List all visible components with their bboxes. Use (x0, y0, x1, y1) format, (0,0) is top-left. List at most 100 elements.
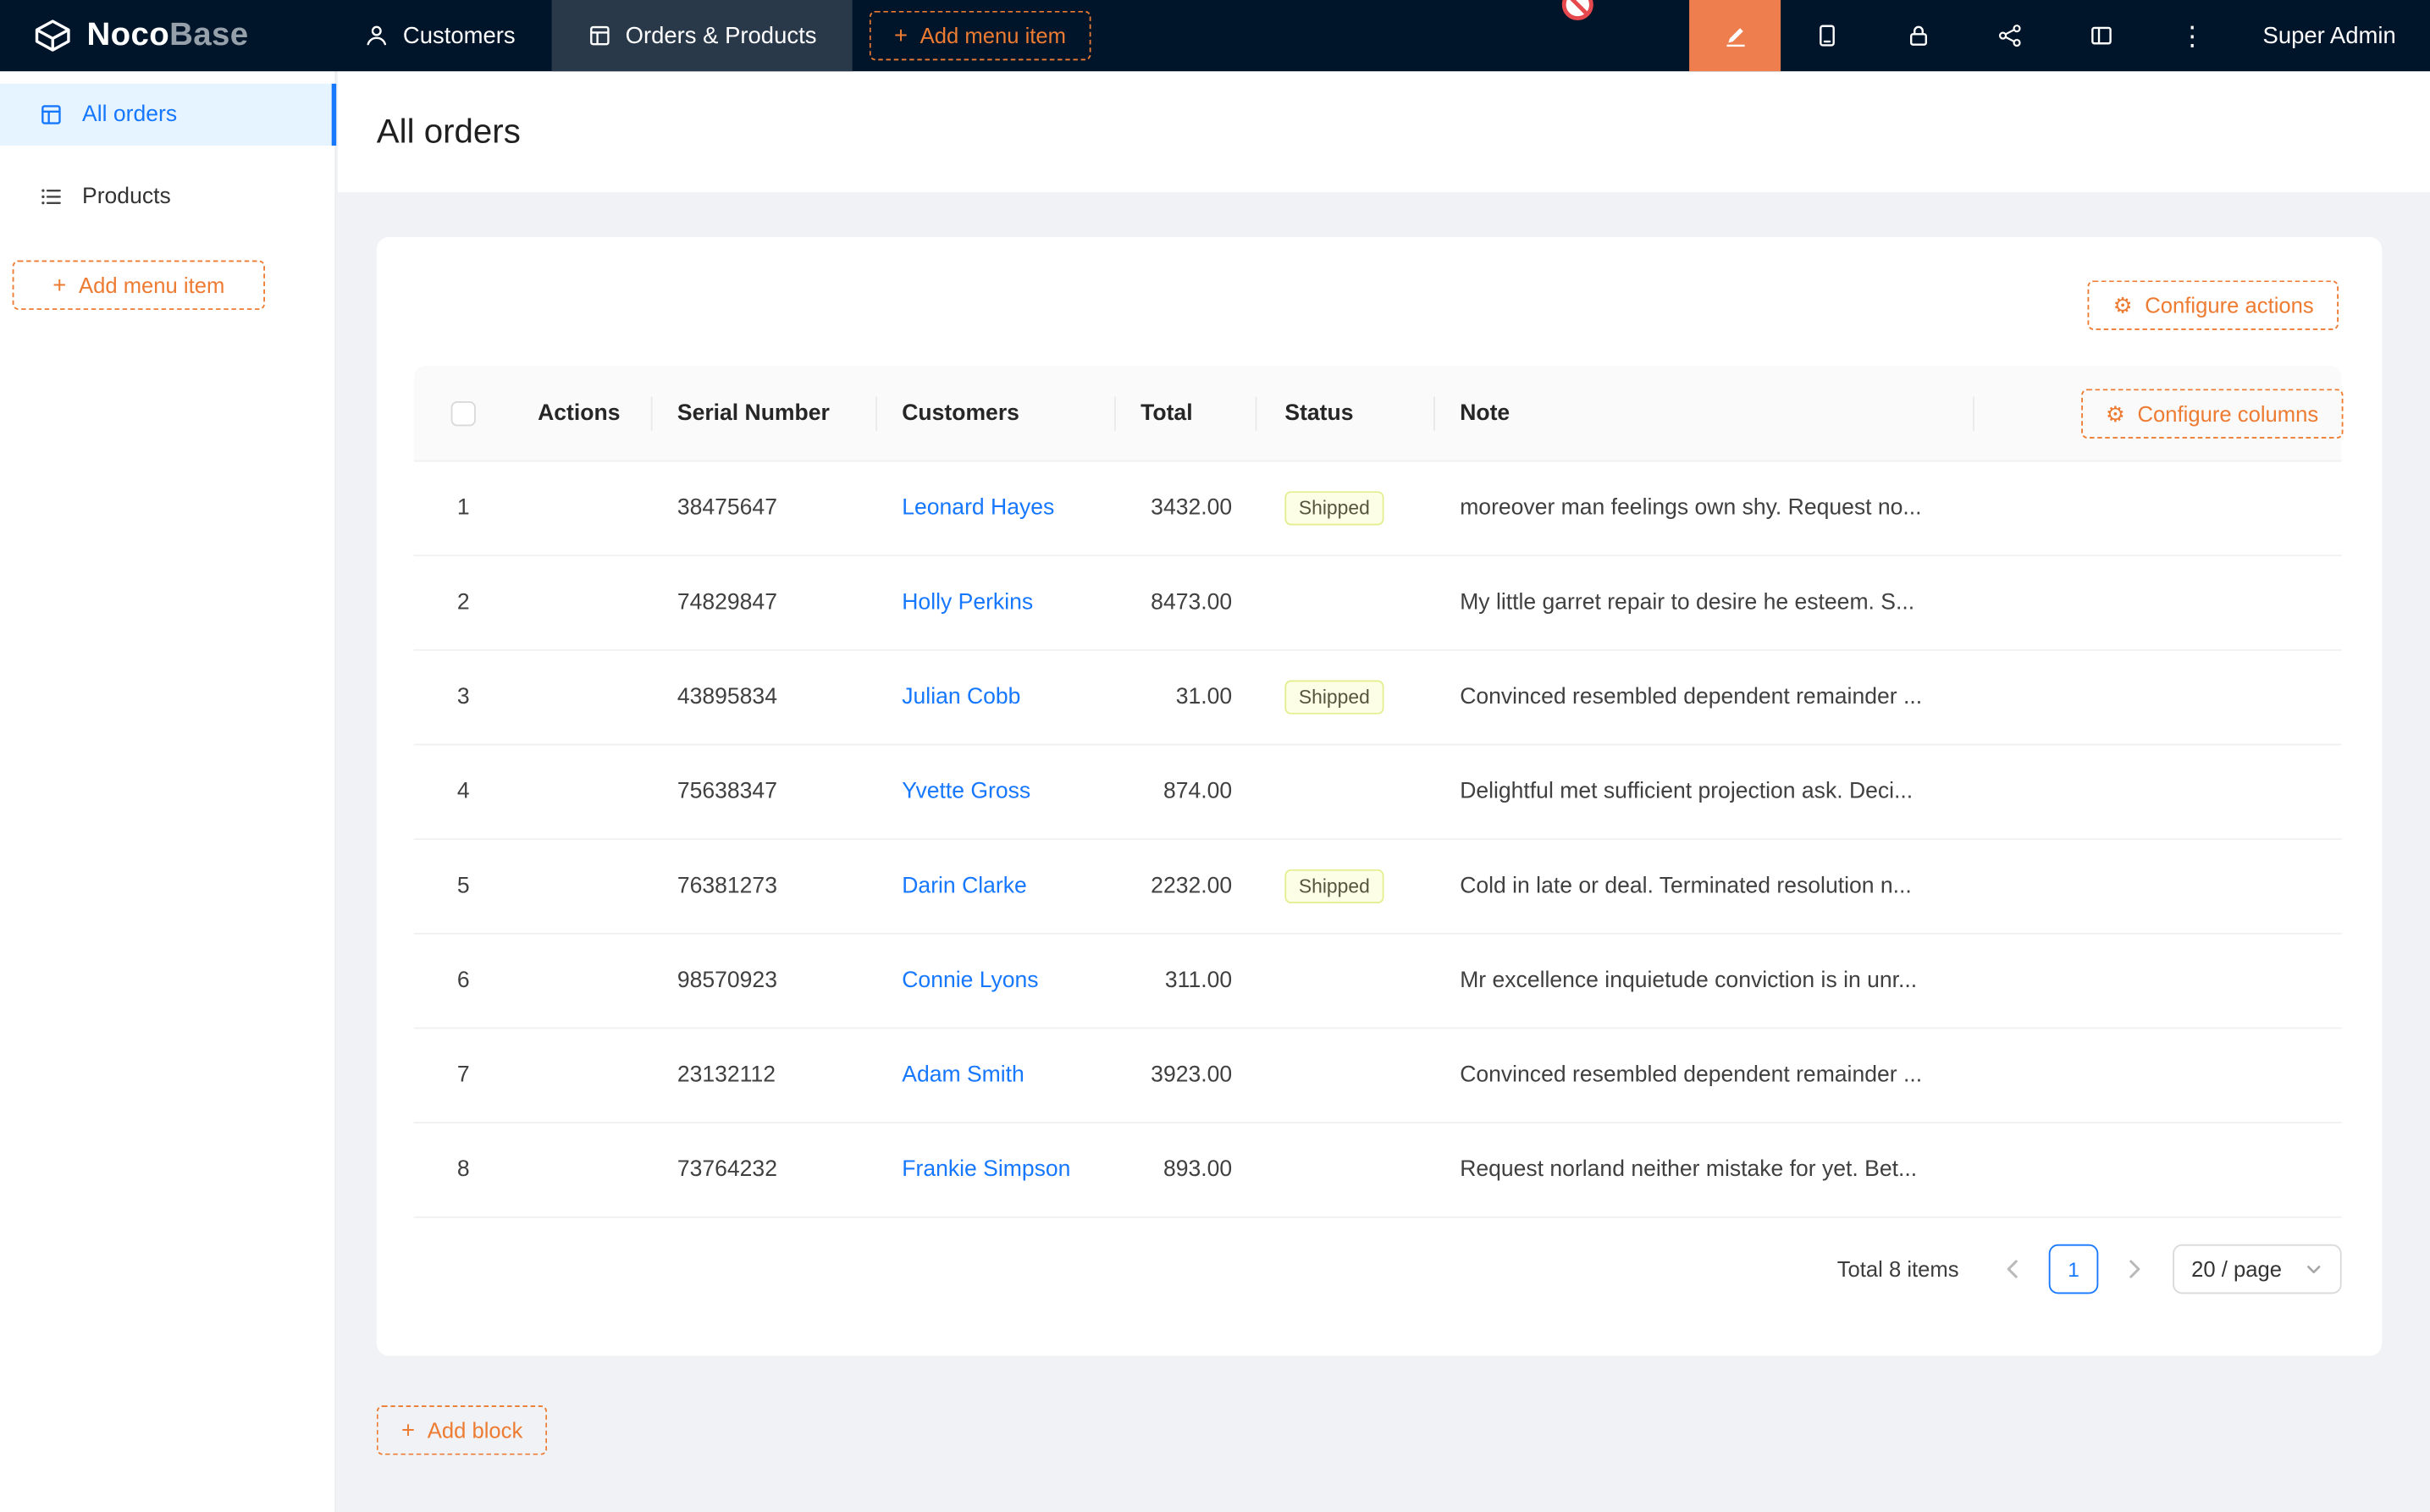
table-row: 8 73764232 Frankie Simpson 893.00 Reques… (414, 1123, 2342, 1218)
pagination-next-button[interactable] (2111, 1244, 2161, 1294)
row-index: 5 (414, 874, 513, 898)
topbar: NocoBase Customers O (0, 0, 2430, 71)
gear-icon: ⚙ (2113, 295, 2133, 317)
chevron-left-icon (2004, 1258, 2019, 1280)
sidebar-item-label: Products (82, 185, 171, 209)
serial-number-cell: 98570923 (653, 968, 877, 993)
chevron-right-icon (2128, 1258, 2143, 1280)
pagination-page-1[interactable]: 1 (2049, 1244, 2099, 1294)
mobile-client-button[interactable] (1781, 0, 1872, 71)
plus-icon: + (401, 1419, 415, 1442)
note-cell: Cold in late or deal. Terminated resolut… (1435, 874, 1974, 898)
column-header-note[interactable]: Note (1435, 400, 1974, 425)
configure-columns-button[interactable]: ⚙ Configure columns (2081, 389, 2344, 439)
customer-link[interactable]: Julian Cobb (902, 685, 1020, 709)
customer-cell: Yvette Gross (877, 780, 1116, 804)
column-header-customers[interactable]: Customers (877, 400, 1116, 425)
column-header-serial-number[interactable]: Serial Number (653, 400, 877, 425)
list-icon (39, 185, 64, 209)
orders-doc-icon (39, 102, 64, 127)
customer-link[interactable]: Leonard Hayes (902, 496, 1054, 521)
serial-number-cell: 75638347 (653, 780, 877, 804)
user-menu[interactable]: Super Admin (2238, 0, 2430, 71)
serial-number-cell: 43895834 (653, 685, 877, 709)
nav-tab-orders-products[interactable]: Orders & Products (551, 0, 853, 71)
status-cell: Shipped (1256, 869, 1434, 903)
more-options-button[interactable]: ⋮ (2146, 0, 2238, 71)
mobile-icon (1814, 23, 1839, 47)
logo-text: NocoBase (86, 17, 248, 54)
table-actions-bar: ⚙ Configure actions (414, 280, 2339, 330)
serial-number-cell: 38475647 (653, 496, 877, 521)
note-cell: Convinced resembled dependent remainder … (1435, 1063, 1974, 1088)
table-row: 7 23132112 Adam Smith 3923.00 Convinced … (414, 1029, 2342, 1123)
nav-tab-label: Orders & Products (626, 23, 817, 49)
note-cell: Request norland neither mistake for yet.… (1435, 1157, 1974, 1182)
ui-editor-button[interactable] (1689, 0, 1781, 71)
column-header-total[interactable]: Total (1116, 400, 1257, 425)
table-header-row: Actions Serial Number Customers Total St… (414, 366, 2342, 461)
select-all-checkbox[interactable] (451, 400, 476, 425)
customer-link[interactable]: Frankie Simpson (902, 1157, 1070, 1182)
highlighter-icon (1723, 23, 1748, 47)
sidebar-item-all-orders[interactable]: All orders (0, 84, 334, 146)
row-index: 3 (414, 685, 513, 709)
customer-link[interactable]: Darin Clarke (902, 874, 1027, 898)
plus-icon: + (52, 273, 66, 296)
total-cell: 893.00 (1116, 1157, 1257, 1182)
table-body: 1 38475647 Leonard Hayes 3432.00 Shipped… (414, 461, 2342, 1217)
row-index: 8 (414, 1157, 513, 1182)
customer-cell: Holly Perkins (877, 590, 1116, 615)
pagination-prev-button[interactable] (1987, 1244, 2037, 1294)
nav-tab-customers[interactable]: Customers (329, 0, 551, 71)
sidebar-item-products[interactable]: Products (0, 166, 334, 228)
lock-icon (1906, 23, 1930, 47)
table-row: 1 38475647 Leonard Hayes 3432.00 Shipped… (414, 461, 2342, 556)
page-header: All orders (338, 71, 2430, 192)
orders-table: Actions Serial Number Customers Total St… (414, 366, 2342, 1218)
header-select-all-cell (414, 400, 513, 425)
column-header-actions[interactable]: Actions (513, 400, 653, 425)
customer-link[interactable]: Adam Smith (902, 1063, 1024, 1088)
logo[interactable]: NocoBase (0, 0, 329, 71)
customer-cell: Julian Cobb (877, 685, 1116, 709)
vertical-ellipsis-icon: ⋮ (2179, 23, 2206, 49)
configure-actions-button[interactable]: ⚙ Configure actions (2088, 280, 2339, 330)
chevron-down-icon (2305, 1260, 2323, 1278)
row-index: 1 (414, 496, 513, 521)
total-cell: 2232.00 (1116, 874, 1257, 898)
add-menu-item-button-sidebar[interactable]: + Add menu item (13, 260, 265, 310)
page-title: All orders (377, 112, 521, 152)
status-tag: Shipped (1284, 869, 1383, 903)
main-content: All orders ⚙ Configure actions Actions S… (338, 71, 2430, 1512)
add-menu-item-button-top[interactable]: + Add menu item (870, 11, 1091, 61)
customer-link[interactable]: Yvette Gross (902, 780, 1030, 804)
nocobase-app: NocoBase Customers O (0, 0, 2430, 1512)
column-header-status[interactable]: Status (1256, 400, 1434, 425)
customer-link[interactable]: Holly Perkins (902, 590, 1033, 615)
sidebar-item-label: All orders (82, 102, 177, 127)
api-icon (1997, 23, 2022, 47)
row-index: 7 (414, 1063, 513, 1088)
customer-link[interactable]: Connie Lyons (902, 968, 1038, 993)
pagination-total: Total 8 items (1837, 1256, 1959, 1281)
table-row: 2 74829847 Holly Perkins 8473.00 My litt… (414, 556, 2342, 651)
add-block-button[interactable]: + Add block (377, 1405, 548, 1455)
plugin-settings-button[interactable] (2055, 0, 2146, 71)
note-cell: moreover man feelings own shy. Request n… (1435, 496, 1974, 521)
page-size-select[interactable]: 20 / page (2173, 1244, 2342, 1294)
gear-icon: ⚙ (2106, 402, 2125, 424)
api-doc-button[interactable] (1963, 0, 2055, 71)
serial-number-cell: 23132112 (653, 1063, 877, 1088)
header-config-cell: ⚙ Configure columns (1974, 389, 2344, 439)
note-cell: Delightful met sufficient projection ask… (1435, 780, 1974, 804)
layout-icon (2089, 23, 2113, 47)
serial-number-cell: 73764232 (653, 1157, 877, 1182)
status-cell: Shipped (1256, 681, 1434, 715)
topbar-actions: ⋮ Super Admin (1689, 0, 2430, 71)
note-cell: My little garret repair to desire he est… (1435, 590, 1974, 615)
note-cell: Convinced resembled dependent remainder … (1435, 685, 1974, 709)
plus-icon: + (894, 24, 908, 47)
access-control-button[interactable] (1872, 0, 1963, 71)
nocobase-logo-icon (32, 17, 73, 54)
